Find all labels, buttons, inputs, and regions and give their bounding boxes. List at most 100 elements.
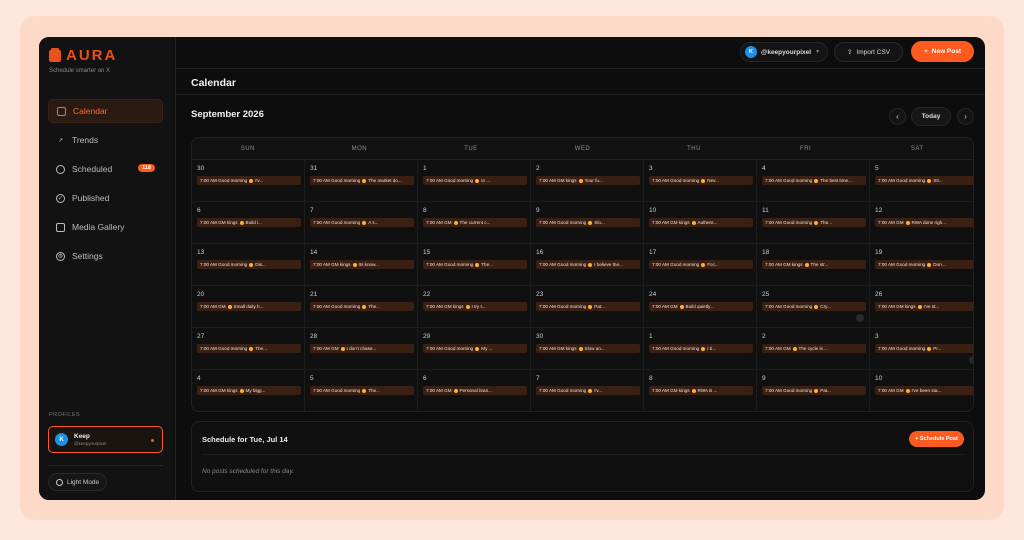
- calendar-day-cell[interactable]: 12 7:00 AM GM RWA done righ...: [870, 202, 973, 244]
- scheduled-post-chip[interactable]: 7:00 AM Good morning Pat...: [762, 386, 866, 395]
- scheduled-post-chip[interactable]: 7:00 AM Good morning In ...: [423, 176, 527, 185]
- profile-card[interactable]: K Keep @keepyourpixel: [48, 426, 163, 453]
- scheduled-post-chip[interactable]: 7:00 AM Good morning The...: [310, 302, 414, 311]
- calendar-day-cell[interactable]: 2 7:00 AM GM kings Your fu...: [531, 160, 644, 202]
- scheduled-post-chip[interactable]: 7:00 AM Good morning I believe the...: [536, 260, 640, 269]
- calendar-day-cell[interactable]: 8 7:00 AM GM The current c...: [418, 202, 531, 244]
- calendar-day-cell[interactable]: 26 7:00 AM GM kings I've st...: [870, 286, 973, 328]
- scheduled-post-chip[interactable]: 7:00 AM Good morning I'v...: [197, 176, 301, 185]
- new-post-button[interactable]: + New Post: [911, 41, 974, 62]
- calendar-day-cell[interactable]: 6 7:00 AM GM Personal bran...: [418, 370, 531, 411]
- calendar-day-cell[interactable]: 16 7:00 AM Good morning I believe the...: [531, 244, 644, 286]
- calendar-day-cell[interactable]: 2 7:00 AM GM The cycle is ...: [757, 328, 870, 370]
- calendar-day-cell[interactable]: 13 7:00 AM Good morning Dis...: [192, 244, 305, 286]
- more-posts-indicator[interactable]: [856, 314, 864, 322]
- calendar-day-cell[interactable]: 24 7:00 AM GM Build quietly...: [644, 286, 757, 328]
- scheduled-post-chip[interactable]: 7:00 AM Good morning Nev...: [649, 176, 753, 185]
- scheduled-post-chip[interactable]: 7:00 AM Good morning A s...: [310, 218, 414, 227]
- scheduled-post-chip[interactable]: 7:00 AM GM The cycle is ...: [762, 344, 866, 353]
- calendar-day-cell[interactable]: 10 7:00 AM GM kings Authent...: [644, 202, 757, 244]
- sidebar-item-calendar[interactable]: Calendar: [48, 99, 163, 123]
- schedule-post-button[interactable]: + Schedule Post: [909, 431, 964, 447]
- calendar-day-cell[interactable]: 11 7:00 AM Good morning The...: [757, 202, 870, 244]
- calendar-day-cell[interactable]: 28 7:00 AM GM I don't chase...: [305, 328, 418, 370]
- scheduled-post-chip[interactable]: 7:00 AM GM kings Its know...: [310, 260, 414, 269]
- sidebar-item-published[interactable]: ✓ Published: [48, 186, 163, 210]
- calendar-day-cell[interactable]: 1 7:00 AM Good morning In ...: [418, 160, 531, 202]
- calendar-day-cell[interactable]: 19 7:00 AM Good morning Don...: [870, 244, 973, 286]
- scheduled-post-chip[interactable]: 7:00 AM Good morning The...: [762, 218, 866, 227]
- calendar-day-cell[interactable]: 7 7:00 AM Good morning A s...: [305, 202, 418, 244]
- calendar-day-cell[interactable]: 8 7:00 AM GM kings RWA is ...: [644, 370, 757, 411]
- light-mode-toggle[interactable]: Light Mode: [48, 473, 108, 491]
- calendar-day-cell[interactable]: 25 7:00 AM Good morning Cry...: [757, 286, 870, 328]
- calendar-day-cell[interactable]: 4 7:00 AM GM kings My bigg...: [192, 370, 305, 411]
- calendar-day-cell[interactable]: 18 7:00 AM GM kings The str...: [757, 244, 870, 286]
- calendar-day-cell[interactable]: 9 7:00 AM Good morning Pat...: [757, 370, 870, 411]
- calendar-day-cell[interactable]: 30 7:00 AM GM kings Slow an...: [531, 328, 644, 370]
- scheduled-post-chip[interactable]: 7:00 AM GM kings Your fu...: [536, 176, 640, 185]
- scheduled-post-chip[interactable]: 7:00 AM Good morning Slo...: [536, 218, 640, 227]
- calendar-day-cell[interactable]: 17 7:00 AM Good morning Foc...: [644, 244, 757, 286]
- scheduled-post-chip[interactable]: 7:00 AM GM kings I try t...: [423, 302, 527, 311]
- calendar-day-cell[interactable]: 14 7:00 AM GM kings Its know...: [305, 244, 418, 286]
- scheduled-post-chip[interactable]: 7:00 AM GM kings My bigg...: [197, 386, 301, 395]
- calendar-day-cell[interactable]: 3 7:00 AM Good morning Pr...: [870, 328, 973, 370]
- scheduled-post-chip[interactable]: 7:00 AM GM kings The str...: [762, 260, 866, 269]
- scheduled-post-chip[interactable]: 7:00 AM GM kings I've st...: [875, 302, 973, 311]
- scheduled-post-chip[interactable]: 7:00 AM GM I don't chase...: [310, 344, 414, 353]
- scheduled-post-chip[interactable]: 7:00 AM GM kings Authent...: [649, 218, 753, 227]
- scheduled-post-chip[interactable]: 7:00 AM GM kings RWA is ...: [649, 386, 753, 395]
- sidebar-item-scheduled[interactable]: Scheduled 118: [48, 157, 163, 181]
- calendar-day-cell[interactable]: 3 7:00 AM Good morning Nev...: [644, 160, 757, 202]
- calendar-day-cell[interactable]: 1 7:00 AM Good morning I b...: [644, 328, 757, 370]
- today-button[interactable]: Today: [911, 107, 951, 126]
- calendar-day-cell[interactable]: 10 7:00 AM GM I've been sta...: [870, 370, 973, 411]
- scheduled-post-chip[interactable]: 7:00 AM Good morning I'v...: [536, 386, 640, 395]
- prev-month-button[interactable]: ‹: [889, 108, 906, 125]
- scheduled-post-chip[interactable]: 7:00 AM GM kings Slow an...: [536, 344, 640, 353]
- scheduled-post-chip[interactable]: 7:00 AM Good morning The...: [197, 344, 301, 353]
- scheduled-post-chip[interactable]: 7:00 AM Good morning Foc...: [649, 260, 753, 269]
- scheduled-post-chip[interactable]: 7:00 AM Good morning Pr...: [875, 344, 973, 353]
- calendar-day-cell[interactable]: 5 7:00 AM Good morning The...: [305, 370, 418, 411]
- scheduled-post-chip[interactable]: 7:00 AM GM I've been sta...: [875, 386, 973, 395]
- calendar-day-cell[interactable]: 20 7:00 AM GM Small daily h...: [192, 286, 305, 328]
- account-switcher[interactable]: K @keepyourpixel ▼: [740, 42, 829, 62]
- scheduled-post-chip[interactable]: 7:00 AM Good morning The...: [310, 386, 414, 395]
- scheduled-post-chip[interactable]: 7:00 AM Good morning The best time...: [762, 176, 866, 185]
- sidebar-item-media-gallery[interactable]: Media Gallery: [48, 215, 163, 239]
- calendar-day-cell[interactable]: 31 7:00 AM Good morning The market do...: [305, 160, 418, 202]
- calendar-day-cell[interactable]: 29 7:00 AM Good morning My ...: [418, 328, 531, 370]
- calendar-day-cell[interactable]: 6 7:00 AM GM kings Build i...: [192, 202, 305, 244]
- calendar-day-cell[interactable]: 22 7:00 AM GM kings I try t...: [418, 286, 531, 328]
- scheduled-post-chip[interactable]: 7:00 AM Good morning My ...: [423, 344, 527, 353]
- import-csv-button[interactable]: ⇪ Import CSV: [834, 42, 903, 62]
- calendar-day-cell[interactable]: 5 7:00 AM Good morning Str...: [870, 160, 973, 202]
- scheduled-post-chip[interactable]: 7:00 AM GM RWA done righ...: [875, 218, 973, 227]
- scheduled-post-chip[interactable]: 7:00 AM GM The current c...: [423, 218, 527, 227]
- calendar-day-cell[interactable]: 7 7:00 AM Good morning I'v...: [531, 370, 644, 411]
- scheduled-post-chip[interactable]: 7:00 AM GM Build quietly...: [649, 302, 753, 311]
- more-posts-indicator[interactable]: [969, 356, 973, 364]
- calendar-day-cell[interactable]: 4 7:00 AM Good morning The best time...: [757, 160, 870, 202]
- scheduled-post-chip[interactable]: 7:00 AM Good morning The...: [423, 260, 527, 269]
- calendar-day-cell[interactable]: 21 7:00 AM Good morning The...: [305, 286, 418, 328]
- calendar-day-cell[interactable]: 15 7:00 AM Good morning The...: [418, 244, 531, 286]
- calendar-day-cell[interactable]: 23 7:00 AM Good morning Pat...: [531, 286, 644, 328]
- scheduled-post-chip[interactable]: 7:00 AM GM Personal bran...: [423, 386, 527, 395]
- calendar-day-cell[interactable]: 27 7:00 AM Good morning The...: [192, 328, 305, 370]
- scheduled-post-chip[interactable]: 7:00 AM GM kings Build i...: [197, 218, 301, 227]
- scheduled-post-chip[interactable]: 7:00 AM Good morning Cry...: [762, 302, 866, 311]
- scheduled-post-chip[interactable]: 7:00 AM Good morning Pat...: [536, 302, 640, 311]
- scheduled-post-chip[interactable]: 7:00 AM Good morning The market do...: [310, 176, 414, 185]
- calendar-day-cell[interactable]: 9 7:00 AM Good morning Slo...: [531, 202, 644, 244]
- sidebar-item-settings[interactable]: ⚙ Settings: [48, 244, 163, 268]
- scheduled-post-chip[interactable]: 7:00 AM Good morning I b...: [649, 344, 753, 353]
- scheduled-post-chip[interactable]: 7:00 AM Good morning Str...: [875, 176, 973, 185]
- calendar-day-cell[interactable]: 30 7:00 AM Good morning I'v...: [192, 160, 305, 202]
- scheduled-post-chip[interactable]: 7:00 AM GM Small daily h...: [197, 302, 301, 311]
- scheduled-post-chip[interactable]: 7:00 AM Good morning Dis...: [197, 260, 301, 269]
- scheduled-post-chip[interactable]: 7:00 AM Good morning Don...: [875, 260, 973, 269]
- next-month-button[interactable]: ›: [957, 108, 974, 125]
